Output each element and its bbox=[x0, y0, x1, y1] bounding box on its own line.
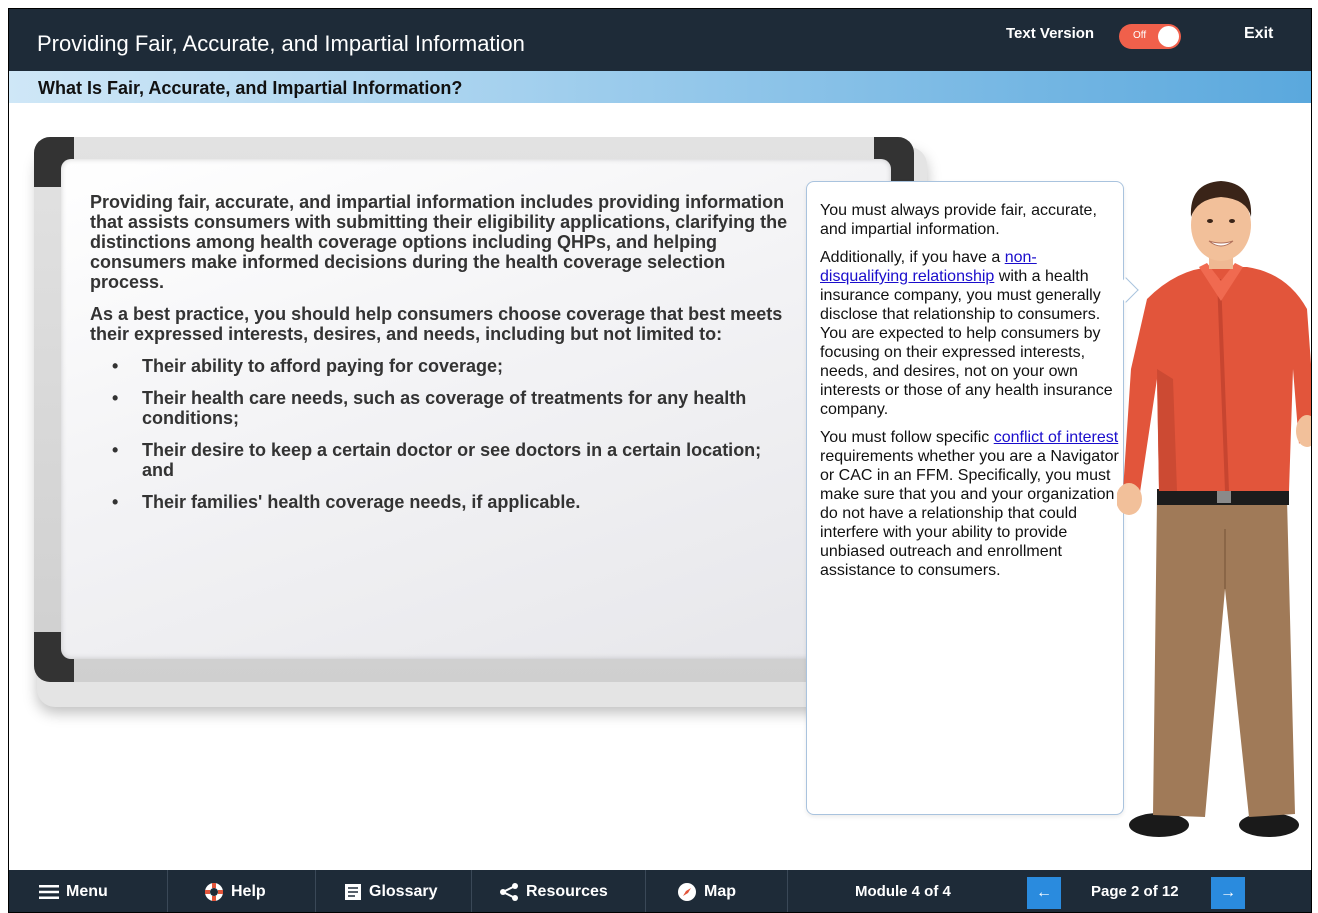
course-player: Providing Fair, Accurate, and Impartial … bbox=[8, 8, 1312, 913]
module-indicator: Module 4 of 4 bbox=[855, 883, 951, 900]
bubble-paragraph: Additionally, if you have a non-disquali… bbox=[820, 248, 1120, 419]
map-label: Map bbox=[704, 883, 736, 900]
page-title: What Is Fair, Accurate, and Impartial In… bbox=[38, 78, 463, 98]
bullet-item: Their desire to keep a certain doctor or… bbox=[112, 440, 790, 480]
bullet-item: Their health care needs, such as coverag… bbox=[112, 388, 790, 428]
nav-divider bbox=[167, 870, 168, 912]
bubble-text: You must follow specific bbox=[820, 429, 994, 446]
glossary-button[interactable]: Glossary bbox=[344, 870, 438, 912]
bubble-paragraph: You must follow specific conflict of int… bbox=[820, 428, 1120, 580]
bullet-item: Their families' health coverage needs, i… bbox=[112, 492, 790, 512]
share-icon bbox=[499, 883, 519, 901]
previous-page-button[interactable]: ← bbox=[1027, 877, 1061, 909]
nav-divider bbox=[787, 870, 788, 912]
exit-button[interactable]: Exit bbox=[1244, 25, 1273, 43]
lifebuoy-icon bbox=[204, 882, 224, 902]
resources-button[interactable]: Resources bbox=[499, 870, 608, 912]
nav-divider bbox=[645, 870, 646, 912]
toggle-state-label: Off bbox=[1133, 30, 1147, 41]
top-bar: Providing Fair, Accurate, and Impartial … bbox=[9, 9, 1311, 71]
menu-label: Menu bbox=[66, 883, 108, 900]
book-icon bbox=[344, 883, 362, 901]
page-indicator: Page 2 of 12 bbox=[1091, 883, 1179, 900]
text-version-toggle[interactable]: Off bbox=[1119, 24, 1181, 49]
course-title: Providing Fair, Accurate, and Impartial … bbox=[37, 31, 525, 56]
bubble-text: Additionally, if you have a bbox=[820, 249, 1005, 266]
map-button[interactable]: Map bbox=[677, 870, 736, 912]
arrow-left-icon: ← bbox=[1036, 884, 1052, 901]
board-paragraph: As a best practice, you should help cons… bbox=[90, 304, 783, 344]
section-header: What Is Fair, Accurate, and Impartial In… bbox=[9, 71, 1311, 103]
bottom-nav-bar: Menu Help Glossary Resources Map Module … bbox=[9, 870, 1311, 912]
toggle-knob bbox=[1158, 26, 1179, 47]
compass-icon bbox=[677, 882, 697, 902]
text-version-label: Text Version bbox=[1006, 25, 1095, 42]
board-paragraph: Providing fair, accurate, and impartial … bbox=[90, 192, 788, 292]
nav-divider bbox=[315, 870, 316, 912]
bubble-text: requirements whether you are a Navigator… bbox=[820, 448, 1119, 579]
hamburger-icon bbox=[39, 885, 59, 899]
bubble-paragraph: You must always provide fair, accurate, … bbox=[820, 202, 1097, 238]
conflict-of-interest-link[interactable]: conflict of interest bbox=[994, 429, 1119, 446]
speech-bubble-content: You must always provide fair, accurate, … bbox=[820, 201, 1120, 589]
whiteboard-content: Providing fair, accurate, and impartial … bbox=[90, 192, 790, 524]
board-bullet-list: Their ability to afford paying for cover… bbox=[112, 356, 790, 512]
help-label: Help bbox=[231, 883, 266, 900]
glossary-label: Glossary bbox=[369, 883, 438, 900]
arrow-right-icon: → bbox=[1220, 884, 1236, 901]
resources-label: Resources bbox=[526, 883, 608, 900]
menu-button[interactable]: Menu bbox=[39, 870, 108, 912]
bubble-text: with a health insurance company, you mus… bbox=[820, 268, 1113, 418]
bullet-item: Their ability to afford paying for cover… bbox=[112, 356, 790, 376]
help-button[interactable]: Help bbox=[204, 870, 266, 912]
nav-divider bbox=[471, 870, 472, 912]
presenter-character-image bbox=[1117, 181, 1311, 837]
next-page-button[interactable]: → bbox=[1211, 877, 1245, 909]
